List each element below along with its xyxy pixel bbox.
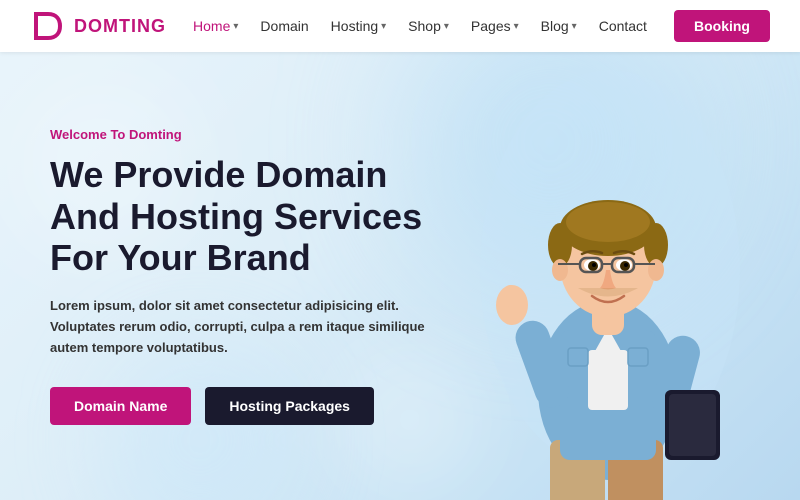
hero-content: Welcome To Domting We Provide Domain And…	[0, 127, 480, 425]
nav-domain[interactable]: Domain	[260, 18, 308, 34]
nav-hosting[interactable]: Hosting ▾	[331, 18, 387, 34]
nav-pages[interactable]: Pages ▾	[471, 18, 519, 34]
domain-name-button[interactable]: Domain Name	[50, 387, 191, 425]
hero-section: Welcome To Domting We Provide Domain And…	[0, 52, 800, 500]
logo-icon	[30, 8, 66, 44]
header: DOMTING Home ▾ Domain Hosting ▾ Shop ▾ P…	[0, 0, 800, 52]
booking-button[interactable]: Booking	[674, 10, 770, 42]
logo: DOMTING	[30, 8, 166, 44]
person-illustration	[460, 70, 760, 500]
hero-heading: We Provide Domain And Hosting Services F…	[50, 154, 430, 278]
nav-contact[interactable]: Contact	[599, 18, 647, 34]
hero-buttons: Domain Name Hosting Packages	[50, 387, 430, 425]
chevron-down-icon: ▾	[444, 21, 449, 32]
main-nav: Home ▾ Domain Hosting ▾ Shop ▾ Pages ▾ B…	[193, 18, 647, 34]
chevron-down-icon: ▾	[514, 21, 519, 32]
hero-welcome: Welcome To Domting	[50, 127, 430, 142]
chevron-down-icon: ▾	[233, 21, 238, 32]
chevron-down-icon: ▾	[572, 21, 577, 32]
nav-shop[interactable]: Shop ▾	[408, 18, 449, 34]
hosting-packages-button[interactable]: Hosting Packages	[205, 387, 374, 425]
hero-description: Lorem ipsum, dolor sit amet consectetur …	[50, 296, 430, 358]
chevron-down-icon: ▾	[381, 21, 386, 32]
logo-text: DOMTING	[74, 16, 166, 37]
nav-home[interactable]: Home ▾	[193, 18, 238, 34]
nav-blog[interactable]: Blog ▾	[541, 18, 577, 34]
